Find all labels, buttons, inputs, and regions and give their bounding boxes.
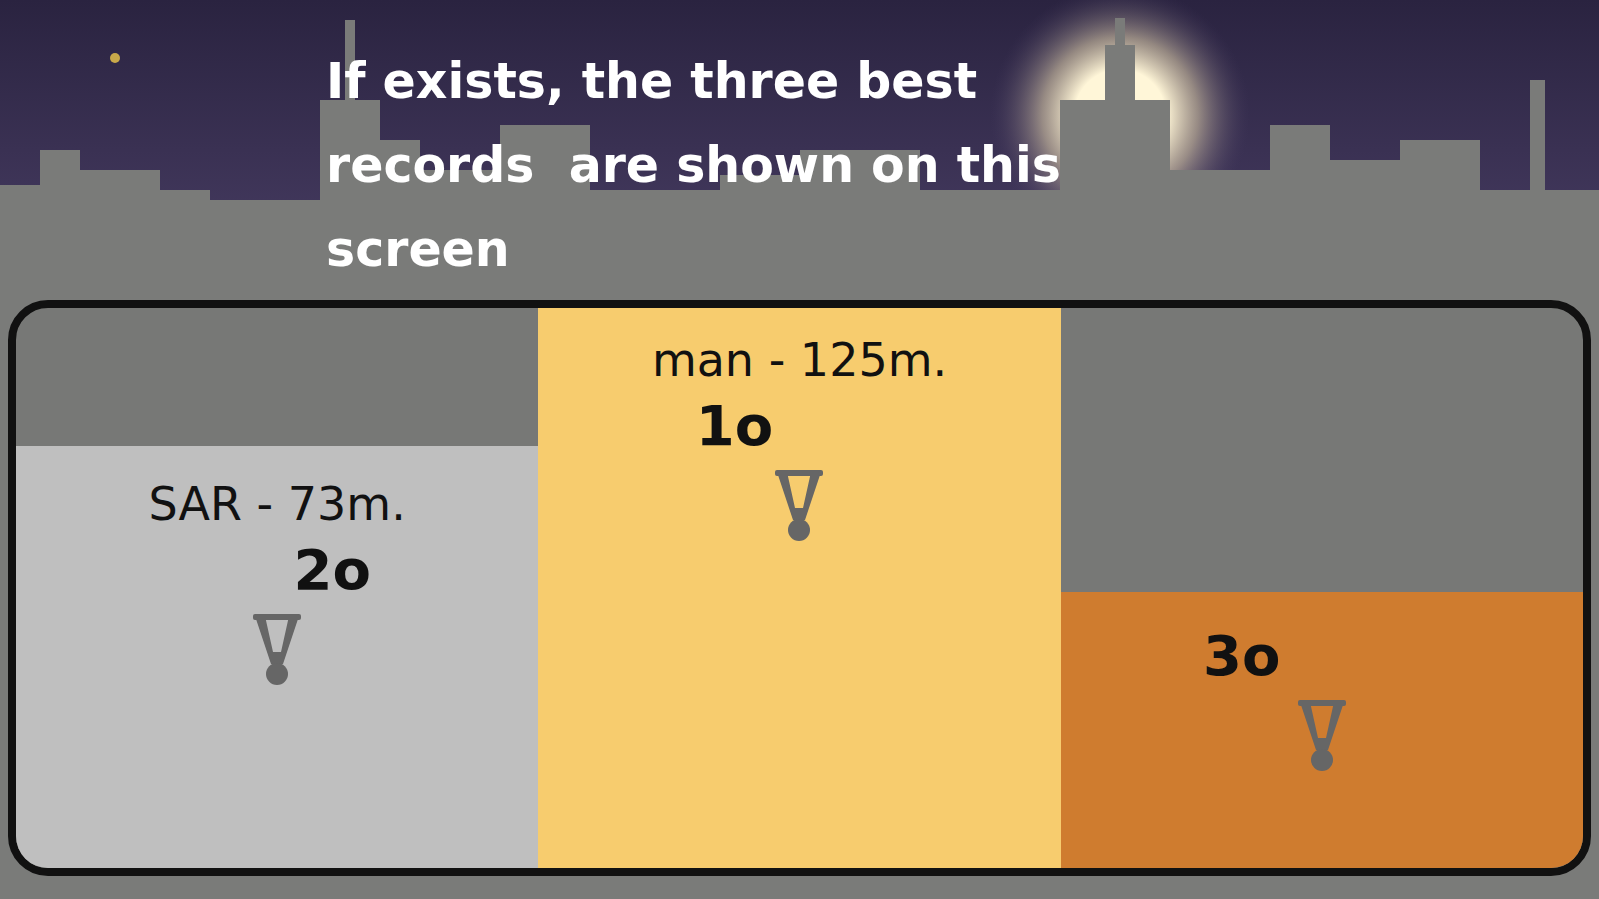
podium-tier: 3o (1061, 592, 1583, 868)
medal-icon (773, 468, 825, 546)
podium: SAR - 73m.2oman - 125m.1o3o (8, 300, 1591, 876)
rank-label: 1o (696, 394, 773, 458)
record-text: SAR - 73m. (149, 474, 406, 534)
header: If exists, the three best records are sh… (0, 0, 1599, 300)
podium-tier: man - 125m.1o (538, 308, 1060, 868)
rank-label: 2o (293, 538, 370, 602)
rank-label: 3o (1203, 624, 1280, 688)
podium-column: SAR - 73m.2o (16, 308, 538, 868)
record-text: man - 125m. (652, 330, 947, 390)
medal-icon (251, 612, 303, 690)
podium-tier: SAR - 73m.2o (16, 446, 538, 868)
podium-column: 3o (1061, 308, 1583, 868)
records-screen: If exists, the three best records are sh… (0, 0, 1599, 899)
podium-column: man - 125m.1o (538, 308, 1060, 868)
caption: If exists, the three best records are sh… (326, 40, 1126, 292)
medal-icon (1296, 698, 1348, 776)
